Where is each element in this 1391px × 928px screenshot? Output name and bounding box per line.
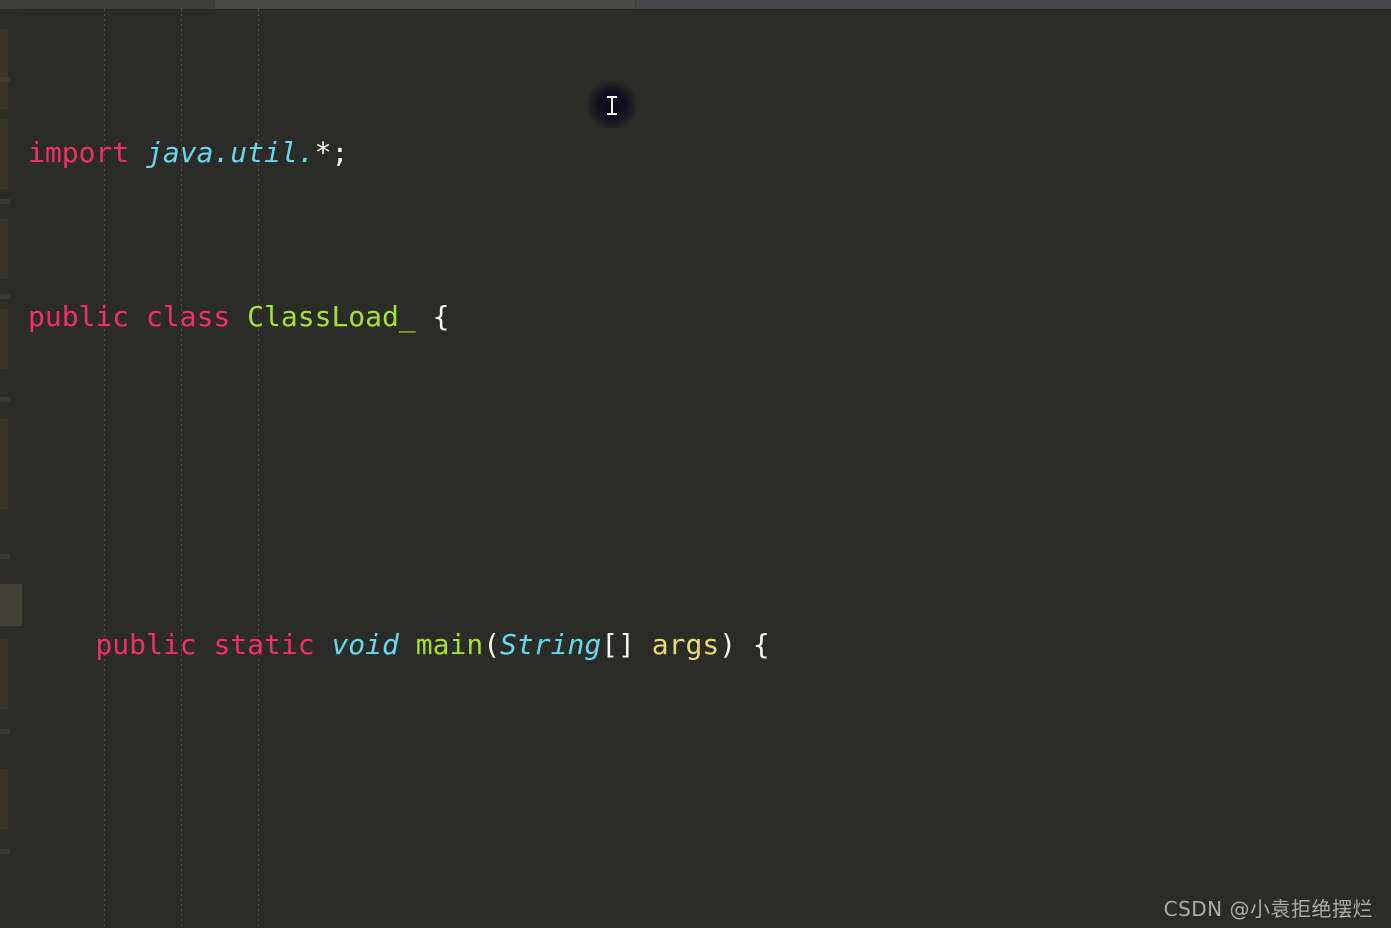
- token-keyword: public static: [95, 628, 315, 661]
- gutter-smudge: [0, 769, 8, 829]
- gutter-smudge: [0, 119, 8, 189]
- editor-gutter[interactable]: [0, 9, 22, 928]
- token-package: java.util.: [146, 136, 315, 169]
- code-line[interactable]: public static void main(String[] args) {: [22, 624, 1391, 665]
- code-line-blank[interactable]: [22, 460, 1391, 501]
- token-class-name: ClassLoad_: [247, 300, 416, 333]
- code-editor-surface[interactable]: import java.util.*; public class ClassLo…: [22, 9, 1391, 928]
- code-line[interactable]: import java.util.*;: [22, 132, 1391, 173]
- token-type: String: [500, 628, 602, 661]
- editor-tab-strip[interactable]: [215, 0, 635, 9]
- gutter-smudge: [0, 419, 8, 509]
- editor-tab-strip-secondary[interactable]: [636, 0, 1391, 9]
- gutter-change-marker[interactable]: [0, 397, 10, 402]
- token-keyword: import: [28, 136, 130, 169]
- gutter-smudge: [0, 29, 8, 109]
- gutter-line-highlight: [0, 584, 22, 626]
- token-keyword: public class: [28, 300, 231, 333]
- token-punct: []: [601, 628, 652, 661]
- code-line-blank[interactable]: [22, 788, 1391, 829]
- gutter-smudge: [0, 639, 8, 709]
- gutter-change-marker[interactable]: [0, 849, 10, 854]
- gutter-change-marker[interactable]: [0, 554, 10, 559]
- gutter-change-marker[interactable]: [0, 199, 10, 204]
- token-method-name: main: [415, 628, 484, 661]
- gutter-smudge: [0, 309, 8, 369]
- gutter-change-marker[interactable]: [0, 77, 10, 82]
- gutter-change-marker[interactable]: [0, 294, 10, 299]
- gutter-change-marker[interactable]: [0, 729, 10, 734]
- token-punct: (: [483, 628, 501, 661]
- token-brace: {: [432, 300, 450, 333]
- token-punct: *;: [314, 136, 349, 169]
- watermark: CSDN @小袁拒绝摆烂: [1163, 897, 1373, 921]
- gutter-smudge: [0, 219, 8, 279]
- token-punct: ) {: [719, 628, 770, 661]
- code-line[interactable]: public class ClassLoad_ {: [22, 296, 1391, 337]
- token-param: args: [651, 628, 720, 661]
- token-type: void: [331, 628, 399, 661]
- code-text[interactable]: import java.util.*; public class ClassLo…: [22, 9, 1391, 928]
- editor-window: import java.util.*; public class ClassLo…: [0, 0, 1391, 928]
